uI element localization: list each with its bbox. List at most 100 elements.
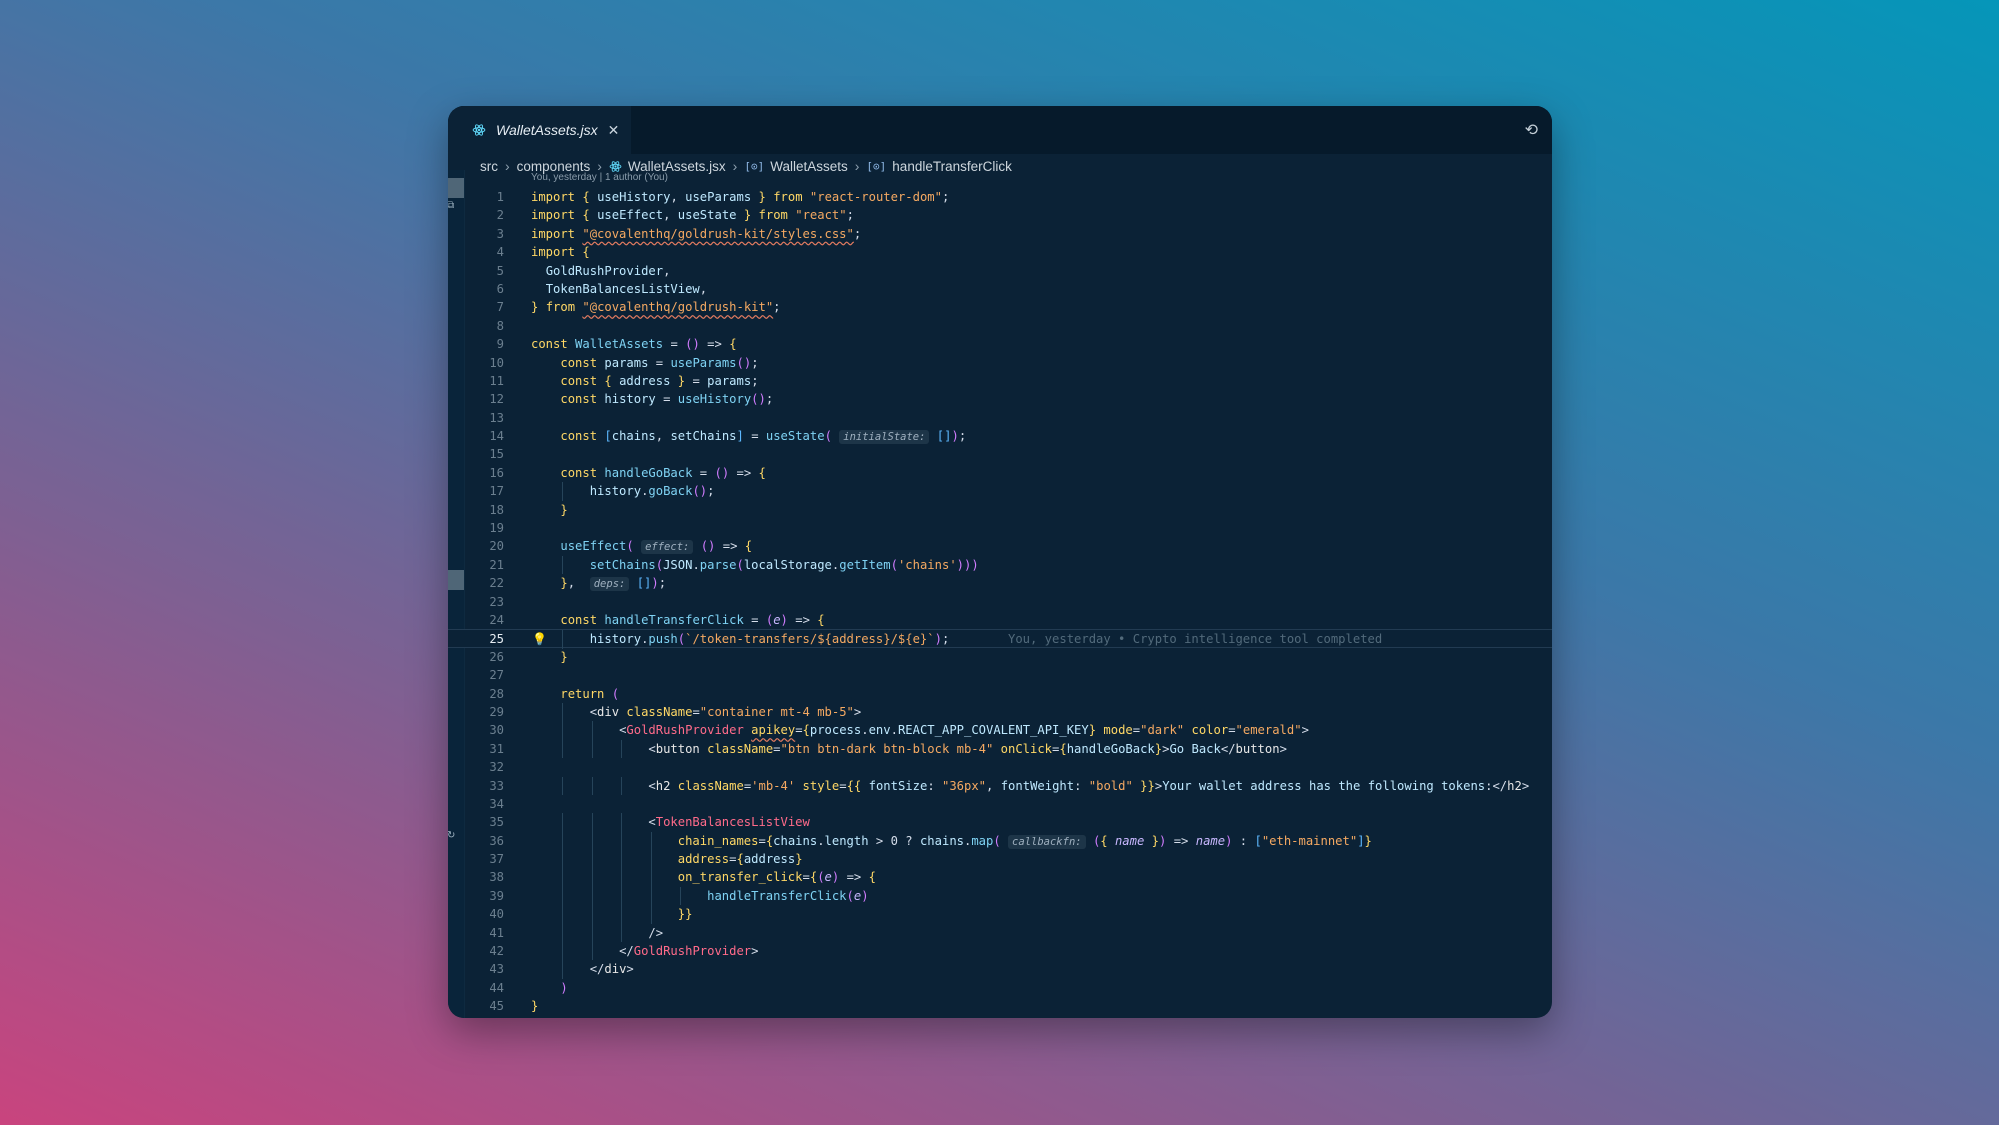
line-number: 16: [489, 465, 504, 480]
code-text: import "@covalenthq/goldrush-kit/styles.…: [531, 226, 862, 241]
inline-blame: You, yesterday • Crypto intelligence too…: [1008, 632, 1383, 647]
line-number: 17: [489, 484, 504, 499]
symbol-icon: [⊙]: [744, 159, 765, 173]
code-line[interactable]: 39 handleTransferClick(e): [448, 886, 1552, 906]
code-line[interactable]: 36 chain_names={chains.length > 0 ? chai…: [448, 831, 1552, 851]
code-line[interactable]: 9 const WalletAssets = () => {: [448, 335, 1552, 353]
code-line[interactable]: 42 </GoldRushProvider>: [448, 942, 1552, 961]
code-line[interactable]: 29 <div className="container mt-4 mb-5">: [448, 702, 1552, 722]
code-line[interactable]: 27: [448, 666, 1552, 684]
code-line[interactable]: 18 }: [448, 501, 1552, 519]
code-line[interactable]: 37 address={address}: [448, 850, 1552, 869]
code-text: import { useHistory, useParams } from "r…: [531, 190, 950, 204]
code-line[interactable]: 23: [448, 593, 1552, 611]
line-number: 40: [489, 907, 504, 922]
line-number: 14: [489, 429, 504, 444]
line-number: 37: [489, 852, 504, 867]
code-line[interactable]: 11 const { address } = params;: [448, 372, 1552, 390]
code-line[interactable]: 14 const [chains, setChains] = useState(…: [448, 427, 1552, 445]
line-number: 11: [489, 373, 504, 388]
code-text: />: [648, 925, 664, 940]
line-number: 30: [489, 723, 504, 738]
code-line[interactable]: 41 />: [448, 923, 1552, 943]
code-line[interactable]: 4 import {: [448, 243, 1552, 261]
tab-bar: WalletAssets.jsx ✕ ⟲: [448, 106, 1552, 154]
code-line[interactable]: 7} from "@covalenthq/goldrush-kit";: [448, 298, 1552, 316]
code-line[interactable]: 31 <button className="btn btn-dark btn-b…: [448, 739, 1552, 759]
code-line[interactable]: 12 const history = useHistory();: [448, 390, 1552, 408]
code-text: const [chains, setChains] = useState( in…: [560, 429, 967, 445]
code-text: history.goBack();: [589, 484, 715, 499]
code-text: const { address } = params;: [560, 373, 759, 388]
code-text: handleTransferClick(e): [707, 888, 869, 903]
line-number: 9: [496, 337, 504, 352]
code-line[interactable]: 19: [448, 519, 1552, 537]
code-line[interactable]: 45}: [448, 997, 1552, 1015]
code-text: }: [560, 502, 568, 517]
code-text: ): [560, 980, 568, 995]
line-number: 28: [489, 686, 504, 701]
code-text: <TokenBalancesListView: [648, 815, 810, 830]
code-line[interactable]: 17 history.goBack();: [448, 482, 1552, 501]
code-text: <h2 className='mb-4' style={{ fontSize: …: [648, 778, 1530, 793]
code-line[interactable]: 30 <GoldRushProvider apikey={process.env…: [448, 721, 1552, 740]
code-text: import { useEffect, useState } from "rea…: [531, 208, 854, 223]
react-icon: [472, 124, 486, 136]
line-number: 10: [489, 355, 504, 370]
code-line[interactable]: 43 </div>: [448, 960, 1552, 979]
line-number: 36: [489, 833, 504, 848]
code-line[interactable]: 1 import { useHistory, useParams } from "…: [448, 188, 1552, 206]
code-line[interactable]: 24 const handleTransferClick = (e) => {: [448, 611, 1552, 629]
code-text: }: [531, 999, 539, 1014]
code-line[interactable]: 16 const handleGoBack = () => {: [448, 464, 1552, 482]
code-text: return (: [560, 686, 620, 701]
line-number: 2: [496, 208, 504, 223]
code-line[interactable]: 44 ): [448, 979, 1552, 997]
code-line[interactable]: 5 GoldRushProvider,: [448, 262, 1552, 280]
code-text: <button className="btn btn-dark btn-bloc…: [648, 741, 1287, 756]
code-text: const params = useParams();: [560, 355, 759, 370]
code-line[interactable]: 35 <TokenBalancesListView: [448, 813, 1552, 832]
code-line[interactable]: 25 💡 history.push(`/token-transfers/${add…: [448, 629, 1552, 649]
code-text: }}: [677, 907, 693, 922]
gitlens-icon[interactable]: ⟲: [1525, 120, 1538, 140]
tab-walletassets[interactable]: WalletAssets.jsx ✕: [448, 106, 632, 154]
code-line[interactable]: 8: [448, 317, 1552, 335]
breadcrumb-component[interactable]: WalletAssets: [770, 159, 848, 174]
line-number: 1: [496, 190, 504, 204]
code-line[interactable]: 15: [448, 445, 1552, 463]
line-number: 44: [489, 980, 504, 995]
inlay-hint: effect:: [641, 540, 694, 555]
line-number: 38: [489, 870, 504, 885]
line-number: 3: [496, 226, 504, 241]
close-icon[interactable]: ✕: [608, 122, 620, 139]
code-line[interactable]: 13: [448, 409, 1552, 427]
react-icon: [609, 160, 622, 172]
code-line[interactable]: 32: [448, 758, 1552, 776]
code-line[interactable]: 38 on_transfer_click={(e) => {: [448, 868, 1552, 887]
breadcrumb-src[interactable]: src: [480, 159, 498, 174]
line-number: 4: [496, 245, 504, 260]
code-line[interactable]: 2 import { useEffect, useState } from "re…: [448, 206, 1552, 224]
code-text: <div className="container mt-4 mb-5">: [589, 704, 862, 719]
code-editor[interactable]: 1 import { useHistory, useParams } from "…: [448, 188, 1552, 1016]
inlay-hint: callbackfn:: [1008, 834, 1086, 849]
tab-label: WalletAssets.jsx: [496, 122, 598, 138]
chevron-right-icon: ›: [732, 158, 738, 174]
inlay-hint: deps:: [589, 577, 630, 592]
line-number: 25: [489, 632, 504, 647]
code-line[interactable]: 6 TokenBalancesListView,: [448, 280, 1552, 298]
code-line[interactable]: 28 return (: [448, 685, 1552, 703]
code-line[interactable]: 21 setChains(JSON.parse(localStorage.get…: [448, 555, 1552, 575]
line-number: 42: [489, 944, 504, 959]
code-line[interactable]: 3 import "@covalenthq/goldrush-kit/styles…: [448, 225, 1552, 243]
code-line[interactable]: 26 }: [448, 648, 1552, 666]
code-line[interactable]: 10 const params = useParams();: [448, 354, 1552, 372]
code-line[interactable]: 33 <h2 className='mb-4' style={{ fontSiz…: [448, 776, 1552, 795]
code-line[interactable]: 34: [448, 795, 1552, 813]
code-line[interactable]: 20 useEffect( effect: () => {: [448, 537, 1552, 555]
code-line[interactable]: 40 }}: [448, 905, 1552, 924]
code-line[interactable]: 22 }, deps: []);: [448, 574, 1552, 592]
breadcrumb-function[interactable]: handleTransferClick: [892, 159, 1012, 174]
code-text: chain_names={chains.length > 0 ? chains.…: [677, 833, 1372, 849]
